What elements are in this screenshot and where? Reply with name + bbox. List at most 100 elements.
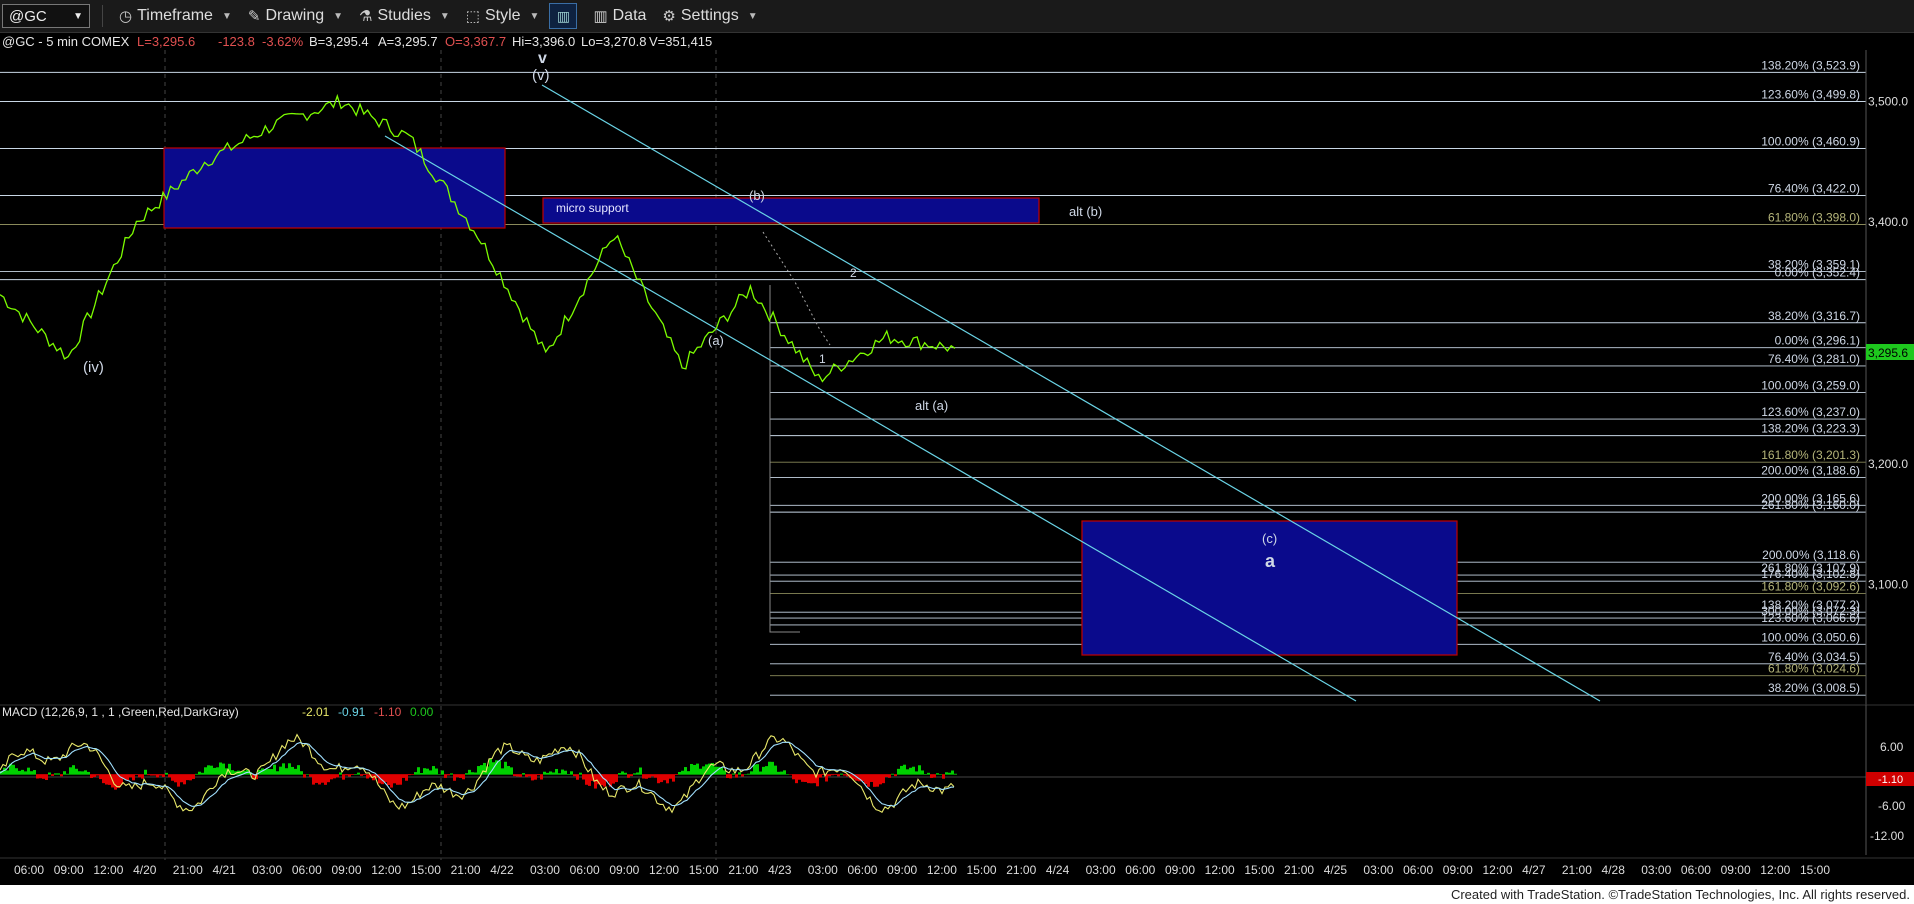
macd-histogram-bar xyxy=(189,774,192,781)
macd-histogram-bar xyxy=(645,774,648,779)
macd-histogram-bar xyxy=(525,774,528,778)
channel-upper-line[interactable] xyxy=(541,84,1601,702)
macd-histogram-bar xyxy=(780,771,783,775)
drawing-button[interactable]: ✎ Drawing ▼ xyxy=(248,7,343,25)
macd-histogram-bar xyxy=(633,773,636,775)
chevron-down-icon: ▼ xyxy=(529,10,540,22)
macd-histogram-bar xyxy=(642,774,645,779)
time-tick-label: 4/28 xyxy=(1602,863,1626,877)
layout-toggle-icon[interactable]: ▥ xyxy=(549,3,578,29)
macd-histogram-bar xyxy=(162,774,165,778)
macd-histogram-bar xyxy=(60,774,63,777)
macd-histogram-bar xyxy=(531,774,534,781)
settings-button[interactable]: ⚙ Settings ▼ xyxy=(662,7,757,25)
macd-histogram-bar xyxy=(873,774,876,787)
macd-histogram-bar xyxy=(417,767,420,775)
time-tick-label: 21:00 xyxy=(1562,863,1592,877)
macd-histogram-bar xyxy=(12,764,15,775)
macd-histogram-bar xyxy=(624,772,627,775)
macd-histogram-bar xyxy=(747,773,750,775)
macd-histogram-bar xyxy=(732,773,735,775)
macd-histogram-bar xyxy=(678,772,681,775)
symbol-value: @GC xyxy=(9,7,47,25)
pencil-icon: ✎ xyxy=(247,8,261,25)
macd-histogram-bar xyxy=(651,774,654,777)
macd-histogram-bar xyxy=(27,767,30,775)
macd-histogram-bar xyxy=(141,774,144,779)
macd-histogram-bar xyxy=(294,768,297,775)
macd-histogram-bar xyxy=(765,766,768,775)
fib-level-label: 61.80% (3,024.6) xyxy=(1768,662,1860,676)
macd-histogram-bar xyxy=(138,774,141,778)
macd-histogram-bar xyxy=(819,774,822,778)
macd-histogram-bar xyxy=(96,774,99,776)
macd-readout: -2.01 xyxy=(302,705,330,719)
macd-histogram-bar xyxy=(729,774,732,779)
macd-histogram-bar xyxy=(933,774,936,778)
macd-histogram-bar xyxy=(942,774,945,779)
macd-histogram-bar xyxy=(744,774,747,775)
timeframe-label: Timeframe xyxy=(137,7,213,24)
macd-histogram-bar xyxy=(798,774,801,780)
timeframe-button[interactable]: ◷ Timeframe ▼ xyxy=(119,7,232,25)
macd-histogram-bar xyxy=(519,774,522,777)
macd-histogram-bar xyxy=(24,771,27,775)
fib-level-label: 76.40% (3,281.0) xyxy=(1768,352,1860,366)
macd-histogram-bar xyxy=(33,770,36,775)
time-tick-label: 06:00 xyxy=(1681,863,1711,877)
chart-area[interactable]: @GC - 5 min COMEX L=3,295.6 -123.8 -3.62… xyxy=(0,32,1914,885)
macd-value-label: -1.10 xyxy=(1878,774,1903,786)
studies-label: Studies xyxy=(377,7,431,24)
symbol-select[interactable]: @GC ▼ xyxy=(2,4,90,28)
time-tick-label: 03:00 xyxy=(1363,863,1393,877)
time-tick-label: 4/20 xyxy=(133,863,157,877)
low-price: Lo=3,270.8 xyxy=(581,34,646,49)
macd-histogram-bar xyxy=(570,771,573,775)
macd-histogram-bar xyxy=(834,774,837,775)
macd-histogram-bar xyxy=(36,774,39,779)
macd-histogram-bar xyxy=(897,768,900,775)
macd-histogram-bar xyxy=(222,763,225,775)
studies-button[interactable]: ⚗ Studies ▼ xyxy=(359,7,450,25)
time-tick-label: 15:00 xyxy=(1244,863,1274,877)
macd-histogram-bar xyxy=(153,774,156,776)
time-tick-label: 4/22 xyxy=(490,863,514,877)
time-tick-label: 03:00 xyxy=(808,863,838,877)
time-tick-label: 12:00 xyxy=(1760,863,1790,877)
macd-histogram-bar xyxy=(510,767,513,775)
resistance-zone-box[interactable] xyxy=(163,147,506,229)
macd-histogram-bar xyxy=(843,774,846,776)
macd-histogram-bar xyxy=(396,774,399,785)
fib-level-label: 161.80% (3,201.3) xyxy=(1761,448,1860,462)
macd-histogram-bar xyxy=(207,765,210,775)
macd-histogram-bar xyxy=(693,764,696,775)
header-readout: @GC - 5 min COMEX L=3,295.6 -123.8 -3.62… xyxy=(2,34,712,49)
ask-price: A=3,295.7 xyxy=(378,34,438,49)
macd-histogram-bar xyxy=(171,774,174,781)
time-tick-label: 21:00 xyxy=(451,863,481,877)
signal-readout: -0.91 xyxy=(338,705,366,719)
fib-level-label: 200.00% (3,118.6) xyxy=(1762,548,1860,562)
fib-level-label: 123.60% (3,066.6) xyxy=(1761,611,1860,625)
macd-histogram-bar xyxy=(66,773,69,775)
macd-histogram-bar xyxy=(696,763,699,775)
macd-histogram-bar xyxy=(474,772,477,775)
macd-histogram-bar xyxy=(576,774,579,780)
macd-histogram-bar xyxy=(363,774,366,775)
style-button[interactable]: ⬚ Style ▼ xyxy=(466,7,540,25)
fib-labels: 138.20% (3,523.9) 123.60% (3,499.8) 100.00… xyxy=(1761,58,1860,695)
macd-histogram-bar xyxy=(156,774,159,778)
data-button[interactable]: ▥ Data xyxy=(593,7,646,25)
macd-histogram-bar xyxy=(528,774,531,777)
macd-histogram-bar xyxy=(540,774,543,780)
chevron-down-icon: ▼ xyxy=(747,10,758,22)
macd-histogram-bar xyxy=(903,764,906,775)
macd-histogram-bar xyxy=(675,774,678,775)
macd-histogram-bar xyxy=(342,774,345,780)
macd-histogram-bar xyxy=(774,765,777,775)
time-tick-label: 03:00 xyxy=(1641,863,1671,877)
macd-histogram-bar xyxy=(39,774,42,779)
macd-histogram-bar xyxy=(912,766,915,775)
fib-level-label: 100.00% (3,050.6) xyxy=(1761,630,1860,644)
time-tick-label: 15:00 xyxy=(1800,863,1830,877)
